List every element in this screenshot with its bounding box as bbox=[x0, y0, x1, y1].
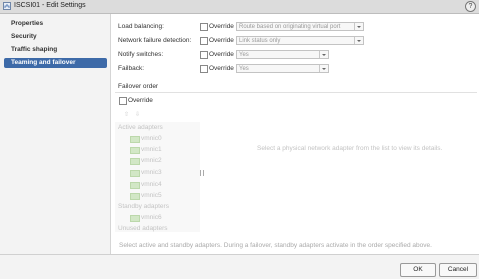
failure-detection-row: Network failure detection: Override Link… bbox=[118, 35, 478, 46]
move-down-icon[interactable]: ⇩ bbox=[135, 111, 140, 118]
notify-switches-row: Notify switches: Override Yes bbox=[118, 49, 478, 60]
failback-select[interactable]: Yes bbox=[236, 64, 329, 73]
nic-icon bbox=[130, 147, 140, 154]
failover-note: Select active and standby adapters. Duri… bbox=[119, 242, 432, 249]
adapter-list-items: Active adapters vmnic0 vmnic1 vmnic2 vmn… bbox=[118, 122, 200, 240]
notify-switches-value: Yes bbox=[239, 52, 249, 58]
failover-override-checkbox[interactable] bbox=[119, 97, 127, 105]
nic-icon bbox=[130, 158, 140, 165]
active-adapters-heading: Active adapters bbox=[118, 124, 163, 131]
chevron-down-icon bbox=[319, 51, 328, 58]
unused-adapters-heading: Unused adapters bbox=[118, 225, 168, 232]
sidebar-item-teaming-and-failover[interactable]: Teaming and failover bbox=[4, 58, 107, 68]
move-up-icon[interactable]: ⇧ bbox=[124, 111, 129, 118]
notify-switches-override-checkbox[interactable] bbox=[200, 51, 208, 59]
failover-order-title: Failover order bbox=[118, 83, 159, 90]
nic-icon bbox=[130, 193, 140, 200]
adapter-item[interactable]: vmnic5 bbox=[130, 192, 200, 200]
nic-icon bbox=[130, 182, 140, 189]
nic-icon bbox=[130, 136, 140, 143]
adapter-item[interactable]: vmnic3 bbox=[130, 169, 200, 177]
sidebar-item-properties[interactable]: Properties bbox=[4, 19, 107, 29]
notify-switches-label: Notify switches: bbox=[118, 51, 164, 58]
override-label: Override bbox=[209, 37, 234, 44]
help-icon[interactable]: ? bbox=[465, 1, 476, 12]
override-label: Override bbox=[209, 51, 234, 58]
failure-detection-override-checkbox[interactable] bbox=[200, 37, 208, 45]
failback-value: Yes bbox=[239, 66, 249, 72]
nic-icon bbox=[130, 215, 140, 222]
adapter-item[interactable]: vmnic6 bbox=[130, 214, 200, 222]
chevron-down-icon bbox=[319, 65, 328, 72]
failure-detection-select[interactable]: Link status only bbox=[236, 36, 364, 45]
override-label: Override bbox=[209, 65, 234, 72]
chevron-down-icon bbox=[354, 37, 363, 44]
splitter-handle[interactable] bbox=[200, 170, 204, 176]
dialog-title: ISCSI01 - Edit Settings bbox=[14, 2, 86, 9]
section-divider bbox=[115, 92, 477, 93]
failback-row: Failback: Override Yes bbox=[118, 63, 478, 74]
load-balancing-override-checkbox[interactable] bbox=[200, 23, 208, 31]
sidebar-item-traffic-shaping[interactable]: Traffic shaping bbox=[4, 45, 107, 55]
adapter-details-hint: Select a physical network adapter from t… bbox=[257, 145, 443, 152]
adapter-item[interactable]: vmnic2 bbox=[130, 157, 200, 165]
adapter-item[interactable]: vmnic0 bbox=[130, 135, 200, 143]
sidebar: Properties Security Traffic shaping Team… bbox=[0, 14, 110, 254]
failure-detection-value: Link status only bbox=[239, 38, 281, 44]
sidebar-item-security[interactable]: Security bbox=[4, 32, 107, 42]
load-balancing-select[interactable]: Route based on originating virtual port bbox=[236, 22, 364, 31]
failback-override-checkbox[interactable] bbox=[200, 65, 208, 73]
failover-override-label: Override bbox=[128, 97, 153, 104]
failback-label: Failback: bbox=[118, 65, 145, 72]
ok-button[interactable]: OK bbox=[400, 263, 436, 277]
adapter-item[interactable]: vmnic1 bbox=[130, 146, 200, 154]
cancel-button[interactable]: Cancel bbox=[439, 263, 477, 277]
failure-detection-label: Network failure detection: bbox=[118, 37, 192, 44]
teaming-failover-panel: Load balancing: Override Route based on … bbox=[110, 14, 479, 254]
adapter-item[interactable]: vmnic4 bbox=[130, 181, 200, 189]
network-icon bbox=[3, 2, 11, 10]
dialog-footer: OK Cancel bbox=[0, 254, 479, 279]
chevron-down-icon bbox=[354, 23, 363, 30]
notify-switches-select[interactable]: Yes bbox=[236, 50, 329, 59]
standby-adapters-heading: Standby adapters bbox=[118, 203, 169, 210]
nic-icon bbox=[130, 170, 140, 177]
load-balancing-label: Load balancing: bbox=[118, 23, 164, 30]
load-balancing-value: Route based on originating virtual port bbox=[239, 24, 341, 30]
edit-settings-dialog: ISCSI01 - Edit Settings ? Properties Sec… bbox=[0, 0, 479, 279]
override-label: Override bbox=[209, 23, 234, 30]
load-balancing-row: Load balancing: Override Route based on … bbox=[118, 21, 478, 32]
title-bar: ISCSI01 - Edit Settings ? bbox=[0, 0, 479, 14]
